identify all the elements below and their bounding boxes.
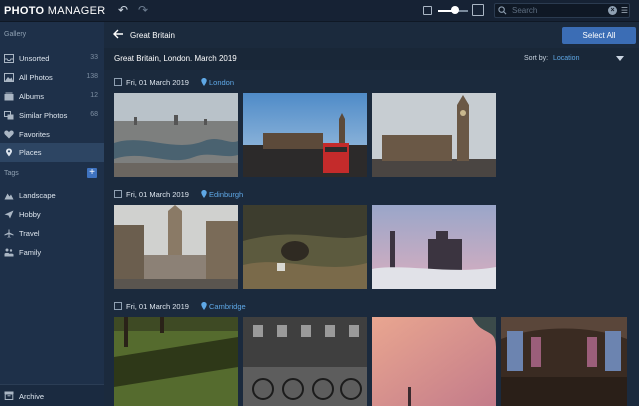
photos-icon xyxy=(4,73,14,82)
sidebar-item-favorites[interactable]: Favorites xyxy=(0,125,104,144)
back-arrow-icon[interactable] xyxy=(112,28,124,40)
photo-castle-sunset xyxy=(372,205,496,289)
group-place-link[interactable]: Cambridge xyxy=(209,302,246,311)
inbox-icon xyxy=(4,54,14,63)
group-date: Fri, 01 March 2019 xyxy=(126,190,189,199)
photo-group-header: Fri, 01 March 2019 Cambridge xyxy=(114,301,264,313)
group-checkbox[interactable] xyxy=(114,190,122,198)
photo-thumbnail[interactable] xyxy=(243,205,367,289)
sidebar-item-count: 33 xyxy=(90,54,98,61)
photo-group-header: Fri, 01 March 2019 London xyxy=(114,77,264,89)
photo-edinburgh-street xyxy=(114,205,238,289)
photo-big-ben xyxy=(372,93,496,177)
sidebar-item-label: Similar Photos xyxy=(19,111,68,120)
photo-bicycles xyxy=(243,317,367,406)
sidebar-item-label: Unsorted xyxy=(19,54,50,63)
sidebar-item-count: 12 xyxy=(90,92,98,99)
sidebar-item-albums[interactable]: Albums 12 xyxy=(0,87,104,106)
photo-thumbnail[interactable] xyxy=(243,317,367,406)
group-place-link[interactable]: Edinburgh xyxy=(209,190,243,199)
photo-pink-sky xyxy=(372,317,496,406)
group-date: Fri, 01 March 2019 xyxy=(126,78,189,87)
heart-icon xyxy=(4,130,14,139)
sidebar: Gallery Unsorted 33 All Photos 138 Album… xyxy=(0,22,104,406)
clear-icon[interactable]: × xyxy=(608,6,617,15)
redo-icon[interactable]: ↷ xyxy=(136,3,150,17)
sidebar-tag-hobby[interactable]: Hobby xyxy=(0,205,104,224)
photo-park-lawn xyxy=(114,317,238,406)
sidebar-item-label: All Photos xyxy=(19,73,53,82)
photo-thumbnail[interactable] xyxy=(372,205,496,289)
add-tag-button[interactable]: + xyxy=(87,168,97,178)
sidebar-item-places[interactable]: Places xyxy=(0,143,104,162)
sidebar-item-archive[interactable]: Archive xyxy=(0,384,104,406)
sidebar-item-label: Archive xyxy=(19,392,45,401)
pin-icon xyxy=(6,148,12,157)
photo-thumbnail[interactable] xyxy=(501,317,627,406)
location-pin-icon xyxy=(201,78,207,86)
family-icon xyxy=(4,248,14,257)
sidebar-item-label: Favorites xyxy=(19,130,50,139)
undo-icon[interactable]: ↶ xyxy=(116,3,130,17)
sidebar-item-label: Hobby xyxy=(19,210,41,219)
page-title: Great Britain xyxy=(130,31,175,40)
zoom-slider-handle[interactable] xyxy=(450,6,459,14)
zoom-out-icon[interactable] xyxy=(423,6,432,15)
gallery-heading: Gallery xyxy=(4,31,27,38)
app-logo: PHOTO MANAGER xyxy=(4,5,106,17)
sidebar-tag-family[interactable]: Family xyxy=(0,243,104,262)
search-input[interactable] xyxy=(512,5,604,16)
chevron-down-icon[interactable] xyxy=(616,56,624,61)
sidebar-item-label: Travel xyxy=(19,229,40,238)
sort-label: Sort by: xyxy=(524,55,549,62)
group-date: Fri, 01 March 2019 xyxy=(126,302,189,311)
select-all-button[interactable]: Select All xyxy=(562,27,636,44)
main-content: Great Britain Select All Great Britain, … xyxy=(104,22,639,406)
sidebar-item-count: 138 xyxy=(86,73,98,80)
sidebar-item-label: Albums xyxy=(19,92,45,101)
photo-thumbnail[interactable] xyxy=(114,317,238,406)
group-checkbox[interactable] xyxy=(114,78,122,86)
photo-thumbnail[interactable] xyxy=(114,205,238,289)
search-box: × ☰ xyxy=(494,3,630,18)
photo-chapel-interior xyxy=(501,317,627,406)
sidebar-item-label: Landscape xyxy=(19,191,56,200)
sidebar-item-unsorted[interactable]: Unsorted 33 xyxy=(0,49,104,68)
similar-icon xyxy=(4,111,14,120)
photo-thumbnail[interactable] xyxy=(372,317,496,406)
sort-dropdown[interactable]: Location xyxy=(553,55,579,62)
search-icon xyxy=(498,6,507,15)
mountain-icon xyxy=(4,193,14,200)
album-title: Great Britain, London. March 2019 xyxy=(114,54,237,63)
top-bar: PHOTO MANAGER ↶ ↷ × ☰ xyxy=(0,0,639,22)
archive-icon xyxy=(4,391,14,400)
album-icon xyxy=(4,92,14,101)
tags-heading: Tags xyxy=(4,170,19,177)
photo-thumbnail[interactable] xyxy=(114,93,238,177)
zoom-in-icon[interactable] xyxy=(472,4,484,16)
photo-london-aerial xyxy=(114,93,238,177)
sidebar-tag-travel[interactable]: Travel xyxy=(0,224,104,243)
sidebar-tag-landscape[interactable]: Landscape xyxy=(0,186,104,205)
photo-group-header: Fri, 01 March 2019 Edinburgh xyxy=(114,189,264,201)
airplane-icon xyxy=(4,229,14,238)
menu-icon[interactable]: ☰ xyxy=(620,6,629,15)
photo-hiking-backpack xyxy=(243,205,367,289)
photo-thumbnail[interactable] xyxy=(243,93,367,177)
sub-header: Great Britain, London. March 2019 Sort b… xyxy=(104,48,639,70)
location-pin-icon xyxy=(201,302,207,310)
plane-icon xyxy=(4,210,14,219)
photo-thumbnail[interactable] xyxy=(372,93,496,177)
sidebar-item-similar-photos[interactable]: Similar Photos 68 xyxy=(0,106,104,125)
group-place-link[interactable]: London xyxy=(209,78,234,87)
sidebar-item-all-photos[interactable]: All Photos 138 xyxy=(0,68,104,87)
location-pin-icon xyxy=(201,190,207,198)
sidebar-item-label: Family xyxy=(19,248,42,257)
main-header: Great Britain Select All xyxy=(104,22,639,48)
sidebar-item-label: Places xyxy=(19,148,42,157)
group-checkbox[interactable] xyxy=(114,302,122,310)
sidebar-item-count: 68 xyxy=(90,111,98,118)
photo-westminster-bus xyxy=(243,93,367,177)
